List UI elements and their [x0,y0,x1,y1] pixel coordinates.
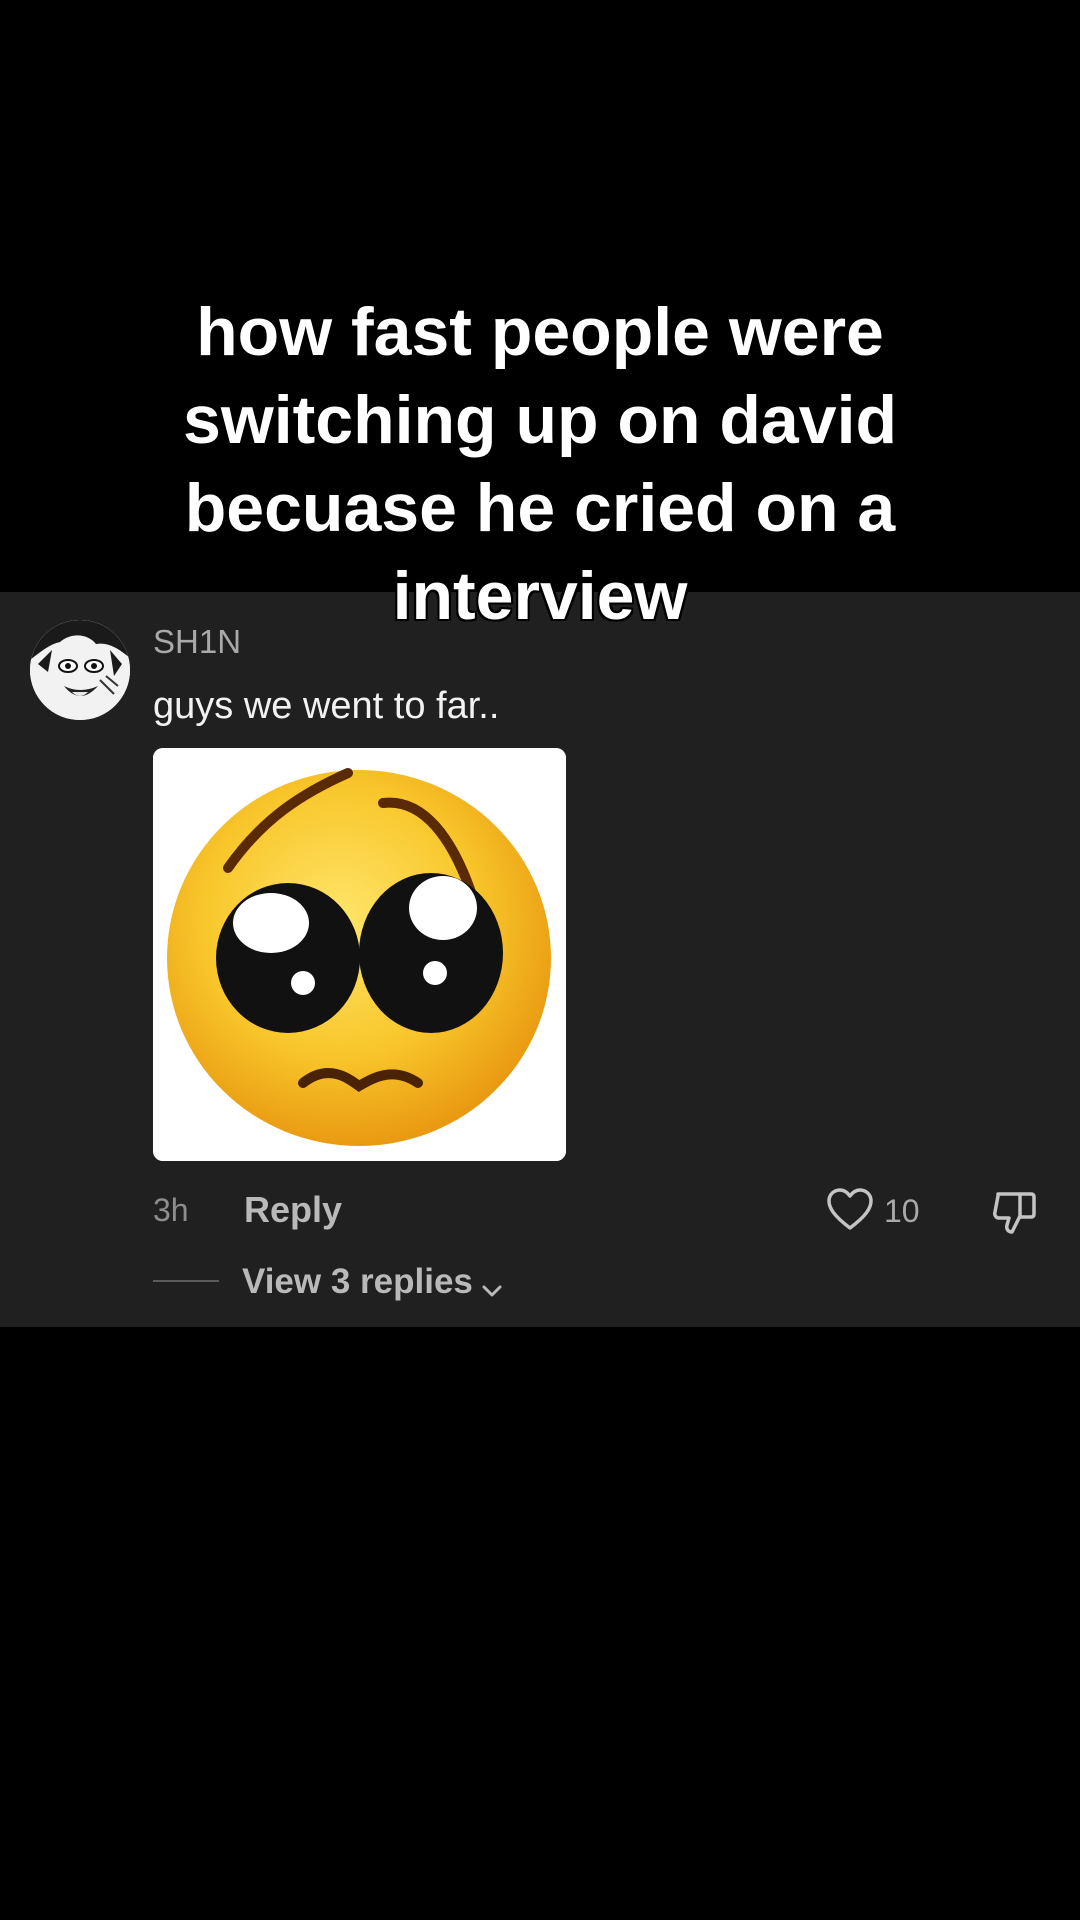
like-count: 10 [884,1193,920,1229]
reply-button[interactable]: Reply [244,1188,342,1232]
chevron-down-icon [479,1271,505,1297]
video-caption-overlay: how fast people were switching up on dav… [183,294,897,634]
comment-timestamp: 3h [153,1192,189,1228]
thumbs-down-icon[interactable] [990,1188,1038,1236]
view-replies-label: View 3 replies [242,1262,473,1301]
replies-divider [153,1280,219,1282]
crying-pleading-emoji-sticker[interactable] [153,748,566,1161]
heart-icon[interactable] [826,1188,874,1232]
view-replies-button[interactable]: View 3 replies [242,1260,505,1304]
comment-text: guys we went to far.. [153,685,500,727]
video-screen: how fast people were switching up on dav… [0,0,1080,1920]
